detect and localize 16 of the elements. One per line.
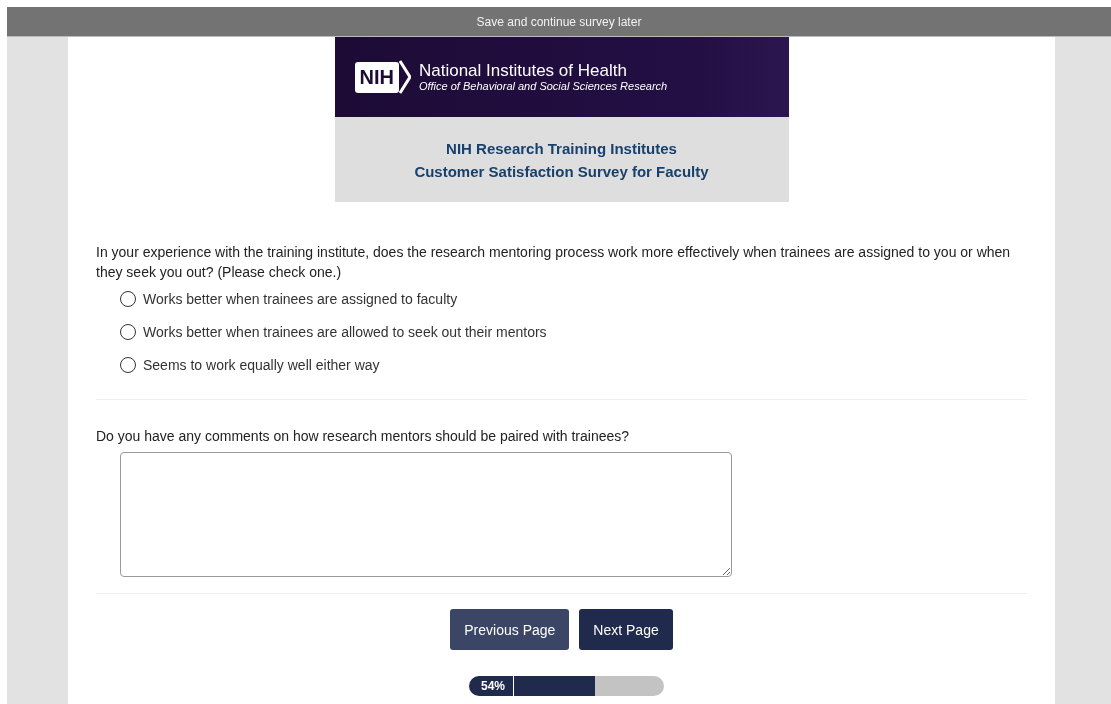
question-text: Do you have any comments on how research mentors should be paired with trainees?	[96, 427, 631, 446]
nih-logo: NIH	[354, 61, 399, 93]
org-office: Office of Behavioral and Social Sciences Research	[418, 80, 668, 92]
question-text: In your experience with the training institute, does the research mentoring process work more effectively when trainees are assigned to you or when they seek you out? (Please check one.)	[96, 243, 1012, 282]
chevron-icon	[398, 60, 411, 94]
progress-label: 54%	[469, 676, 514, 696]
org-name: National Institutes of Health	[418, 62, 628, 80]
radio-option[interactable]: Works better when trainees are assigned to faculty	[120, 282, 458, 315]
radio-option[interactable]: Works better when trainees are allowed to seek out their mentors	[120, 315, 547, 348]
comment-field[interactable]	[120, 452, 732, 577]
save-later-button[interactable]: Save and continue survey later	[7, 7, 1111, 37]
next-button[interactable]: Next Page	[579, 609, 673, 650]
survey-title: Customer Satisfaction Survey for Faculty	[414, 162, 709, 180]
survey-title: NIH Research Training Institutes	[446, 139, 677, 157]
previous-button[interactable]: Previous Page	[450, 609, 570, 650]
radio-option[interactable]: Seems to work equally well either way	[120, 348, 380, 381]
